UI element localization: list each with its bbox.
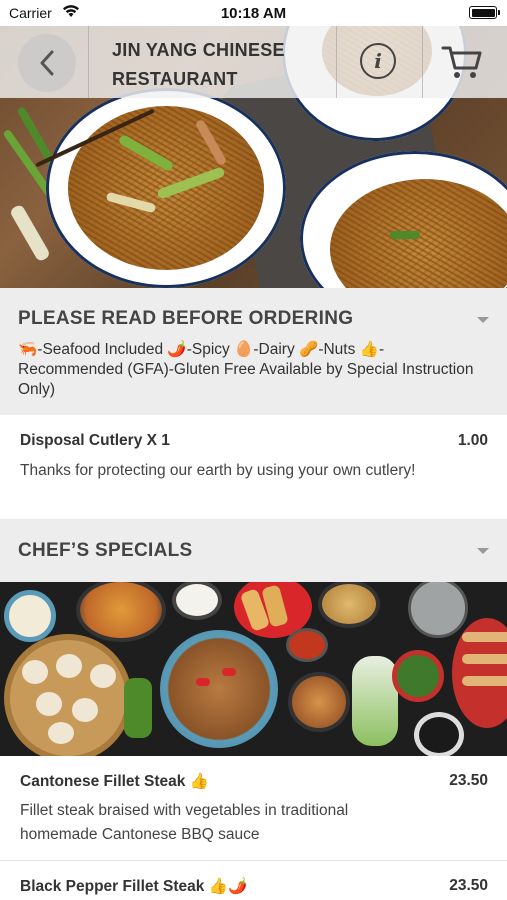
- menu-item[interactable]: Disposal Cutlery X 1 1.00 Thanks for pro…: [0, 415, 507, 519]
- collapse-caret-icon: [477, 548, 489, 554]
- item-price: 1.00: [457, 432, 488, 449]
- info-icon: i: [374, 49, 382, 73]
- status-bar: Carrier 10:18 AM: [0, 0, 507, 26]
- item-price: 23.50: [449, 877, 488, 894]
- back-button[interactable]: [18, 34, 76, 92]
- specials-section-header[interactable]: CHEF’S SPECIALS: [0, 519, 507, 582]
- item-price: 23.50: [449, 772, 488, 789]
- battery-icon: [469, 6, 500, 19]
- item-name: Disposal Cutlery X 1: [20, 432, 170, 449]
- restaurant-name: JIN YANG CHINESE RESTAURANT: [112, 40, 285, 89]
- clock: 10:18 AM: [220, 5, 287, 22]
- chevron-left-icon: [40, 50, 54, 76]
- item-name: Black Pepper Fillet Steak 👍🌶️: [20, 878, 248, 895]
- chefs-specials-banner-image: [0, 582, 507, 756]
- menu-item[interactable]: Black Pepper Fillet Steak 👍🌶️ 23.50: [0, 861, 507, 900]
- cart-icon: [441, 46, 482, 78]
- item-name: Cantonese Fillet Steak 👍: [20, 773, 209, 790]
- item-description: Thanks for protecting our earth by using…: [20, 462, 416, 479]
- collapse-caret-icon: [477, 317, 489, 323]
- section-title: PLEASE READ BEFORE ORDERING: [18, 308, 354, 329]
- cart-button[interactable]: [440, 42, 484, 82]
- notice-section[interactable]: PLEASE READ BEFORE ORDERING 🦐-Seafood In…: [0, 288, 507, 415]
- section-title: CHEF’S SPECIALS: [18, 540, 193, 561]
- menu-item[interactable]: Cantonese Fillet Steak 👍 23.50 Fillet st…: [0, 756, 507, 860]
- top-navigation-bar: JIN YANG CHINESE RESTAURANT i: [0, 26, 507, 98]
- item-description: Fillet steak braised with vegetables in …: [20, 802, 349, 843]
- info-button[interactable]: i: [360, 43, 396, 79]
- dietary-legend: 🦐-Seafood Included 🌶️-Spicy 🥚-Dairy 🥜-Nu…: [18, 341, 474, 398]
